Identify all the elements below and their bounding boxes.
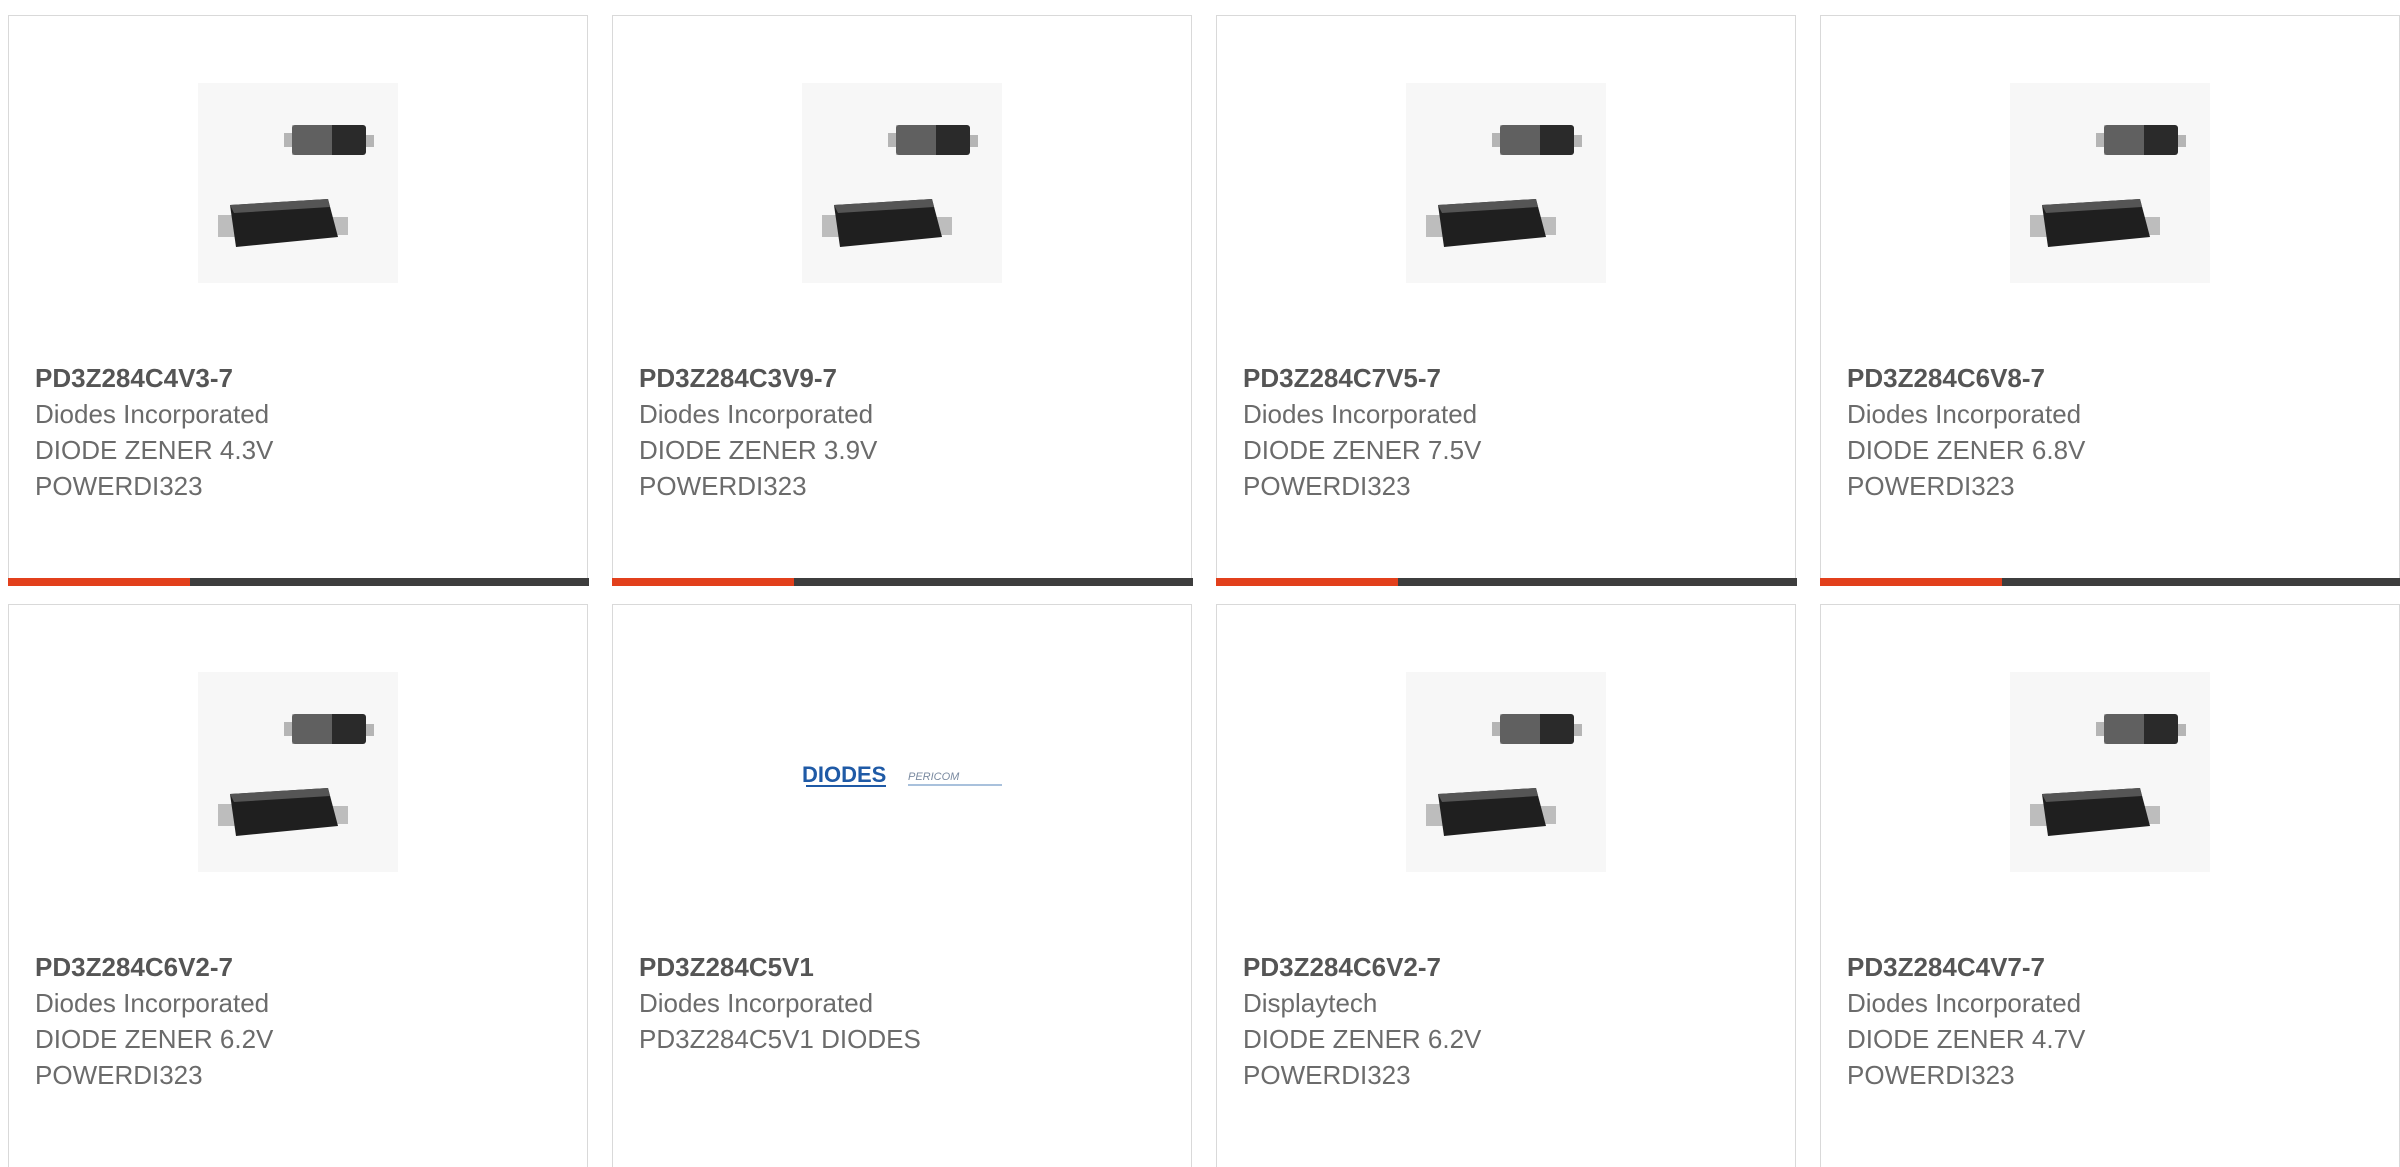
package: POWERDI323 — [35, 471, 203, 501]
diode-small-icon — [284, 125, 374, 155]
diode-large-icon — [1426, 199, 1556, 247]
card-bottom-bar — [1215, 577, 1797, 586]
description: DIODE ZENER 3.9V — [639, 435, 878, 465]
card-bottom-bar — [611, 577, 1193, 586]
package: POWERDI323 — [1847, 1060, 2015, 1090]
card-accent-bar — [7, 577, 190, 586]
product-card[interactable]: PD3Z284C4V3-7 Diodes Incorporated DIODE … — [7, 15, 589, 586]
card-bottom-bar — [7, 577, 589, 586]
product-card[interactable]: DIODES PERICOM PD3Z284C5V1 Diodes Incorp… — [612, 604, 1192, 1167]
card-accent-bar — [611, 577, 794, 586]
diode-small-icon — [2096, 714, 2186, 744]
diode-large-icon — [2030, 199, 2160, 247]
diode-large-icon — [2030, 788, 2160, 836]
manufacturer: Diodes Incorporated — [1847, 399, 2082, 429]
package: POWERDI323 — [1243, 1060, 1411, 1090]
logo-pericom-text: PERICOM — [908, 771, 960, 783]
diode-large-icon — [822, 199, 952, 247]
package: POWERDI323 — [639, 471, 807, 501]
part-number[interactable]: PD3Z284C6V2-7 — [35, 949, 567, 985]
part-number[interactable]: PD3Z284C5V1 — [639, 949, 1171, 985]
card-bottom-bar — [1819, 577, 2400, 586]
product-image[interactable] — [198, 672, 398, 872]
manufacturer: Displaytech — [1243, 988, 1378, 1018]
description: DIODE ZENER 4.3V — [35, 435, 274, 465]
diode-large-icon — [1426, 788, 1556, 836]
part-number[interactable]: PD3Z284C7V5-7 — [1243, 360, 1775, 396]
diode-small-icon — [888, 125, 978, 155]
product-image[interactable] — [198, 83, 398, 283]
diode-large-icon — [218, 788, 348, 836]
description: DIODE ZENER 6.2V — [35, 1024, 274, 1054]
description: DIODE ZENER 4.7V — [1847, 1024, 2086, 1054]
product-card[interactable]: PD3Z284C3V9-7 Diodes Incorporated DIODE … — [611, 15, 1193, 586]
part-number[interactable]: PD3Z284C4V3-7 — [35, 360, 567, 396]
product-grid: PD3Z284C4V3-7 Diodes Incorporated DIODE … — [0, 0, 2400, 1167]
description: DIODE ZENER 7.5V — [1243, 435, 1482, 465]
part-number[interactable]: PD3Z284C6V2-7 — [1243, 949, 1775, 985]
manufacturer: Diodes Incorporated — [639, 399, 874, 429]
part-number[interactable]: PD3Z284C4V7-7 — [1847, 949, 2379, 985]
manufacturer: Diodes Incorporated — [35, 988, 270, 1018]
product-card[interactable]: PD3Z284C4V7-7 Diodes Incorporated DIODE … — [1820, 604, 2400, 1167]
package: POWERDI323 — [35, 1060, 203, 1090]
diode-small-icon — [284, 714, 374, 744]
description: DIODE ZENER 6.8V — [1847, 435, 2086, 465]
manufacturer: Diodes Incorporated — [639, 988, 874, 1018]
product-image[interactable] — [1406, 672, 1606, 872]
diode-small-icon — [1492, 125, 1582, 155]
diode-small-icon — [2096, 125, 2186, 155]
product-image[interactable] — [802, 83, 1002, 283]
manufacturer: Diodes Incorporated — [1243, 399, 1478, 429]
description: PD3Z284C5V1 DIODES — [639, 1024, 921, 1054]
diode-small-icon — [1492, 714, 1582, 744]
product-card[interactable]: PD3Z284C6V8-7 Diodes Incorporated DIODE … — [1819, 15, 2400, 586]
product-card[interactable]: PD3Z284C6V2-7 Diodes Incorporated DIODE … — [8, 604, 588, 1167]
card-accent-bar — [1215, 577, 1398, 586]
diodes-pericom-logo-icon: DIODES PERICOM — [802, 762, 1002, 787]
product-card[interactable]: PD3Z284C6V2-7 Displaytech DIODE ZENER 6.… — [1216, 604, 1796, 1167]
manufacturer: Diodes Incorporated — [1847, 988, 2082, 1018]
part-number[interactable]: PD3Z284C3V9-7 — [639, 360, 1171, 396]
package: POWERDI323 — [1243, 471, 1411, 501]
logo-diodes-text: DIODES — [802, 762, 886, 787]
part-number[interactable]: PD3Z284C6V8-7 — [1847, 360, 2379, 396]
product-image[interactable]: DIODES PERICOM — [802, 672, 1002, 872]
package: POWERDI323 — [1847, 471, 2015, 501]
diode-large-icon — [218, 199, 348, 247]
manufacturer: Diodes Incorporated — [35, 399, 270, 429]
product-card[interactable]: PD3Z284C7V5-7 Diodes Incorporated DIODE … — [1215, 15, 1797, 586]
product-image[interactable] — [2010, 672, 2210, 872]
product-image[interactable] — [1406, 83, 1606, 283]
product-image[interactable] — [2010, 83, 2210, 283]
card-accent-bar — [1819, 577, 2002, 586]
description: DIODE ZENER 6.2V — [1243, 1024, 1482, 1054]
